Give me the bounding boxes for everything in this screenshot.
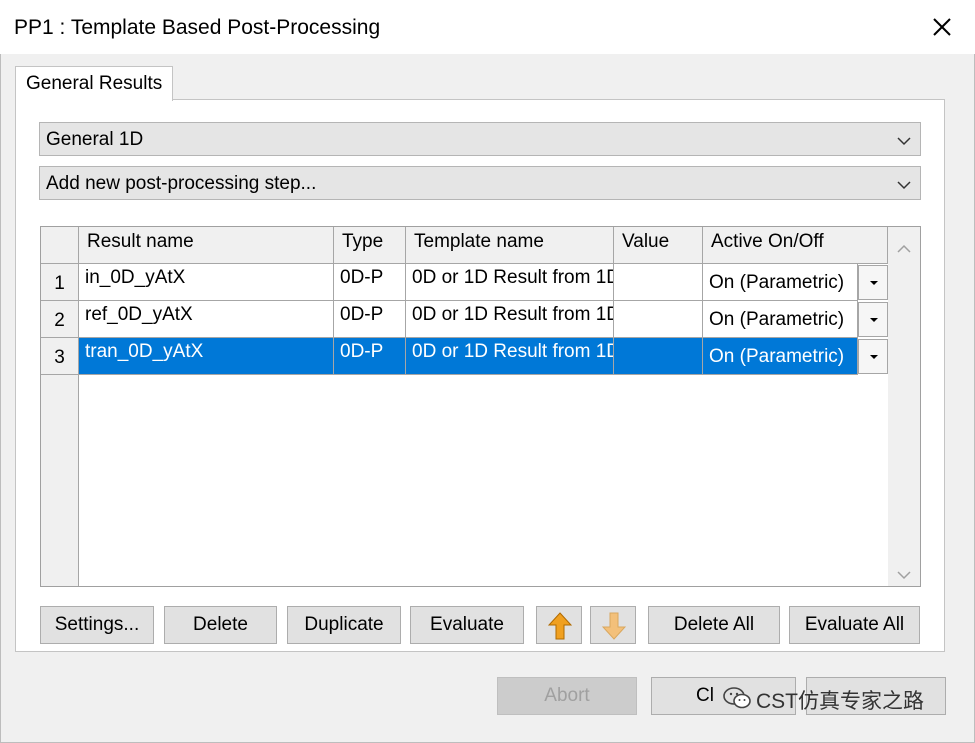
cell-template-name[interactable]: 0D or 1D Result from 1D [406,301,614,338]
table-corner [41,227,79,264]
wechat-icon [722,686,752,710]
column-header-result-name[interactable]: Result name [79,227,334,264]
active-dropdown-button[interactable] [858,302,888,337]
arrow-up-icon [548,612,572,640]
dropdown-triangle-icon [870,355,878,359]
add-step-value: Add new post-processing step... [46,173,317,194]
move-down-button[interactable] [590,606,636,644]
watermark-text: CST仿真专家之路 [756,690,924,713]
abort-button[interactable]: Abort [497,677,637,715]
row-number[interactable]: 1 [41,264,79,301]
cell-value[interactable] [614,301,703,338]
column-header-value[interactable]: Value [614,227,703,264]
chevron-up-icon[interactable] [896,239,912,253]
dropdown-triangle-icon [870,281,878,285]
result-category-dropdown[interactable]: General 1D [39,122,921,156]
column-header-template-name[interactable]: Template name [406,227,614,264]
duplicate-button[interactable]: Duplicate [287,606,401,644]
settings-button[interactable]: Settings... [40,606,154,644]
row-number[interactable]: 3 [41,338,79,375]
cell-value[interactable] [614,338,703,375]
chevron-down-icon [896,176,912,190]
column-header-type[interactable]: Type [334,227,406,264]
cell-active[interactable]: On (Parametric) [703,338,858,375]
cell-result-name[interactable]: tran_0D_yAtX [79,338,334,375]
cell-active[interactable]: On (Parametric) [703,301,858,338]
cell-type[interactable]: 0D-P [334,338,406,375]
cell-template-name[interactable]: 0D or 1D Result from 1D [406,264,614,301]
evaluate-button[interactable]: Evaluate [410,606,524,644]
result-category-value: General 1D [46,129,144,150]
cell-value[interactable] [614,264,703,301]
cell-result-name[interactable]: in_0D_yAtX [79,264,334,301]
add-step-dropdown[interactable]: Add new post-processing step... [39,166,921,200]
row-number[interactable]: 2 [41,301,79,338]
active-dropdown-button[interactable] [858,265,888,300]
title-bar: PP1 : Template Based Post-Processing [0,0,975,54]
window-title: PP1 : Template Based Post-Processing [14,16,381,39]
dropdown-triangle-icon [870,318,878,322]
vertical-scrollbar[interactable] [888,227,920,586]
cell-template-name[interactable]: 0D or 1D Result from 1D [406,338,614,375]
delete-all-button[interactable]: Delete All [648,606,780,644]
tab-general-results[interactable]: General Results [15,66,173,101]
move-up-button[interactable] [536,606,582,644]
chevron-down-icon[interactable] [896,565,912,580]
evaluate-all-button[interactable]: Evaluate All [789,606,920,644]
cell-type[interactable]: 0D-P [334,301,406,338]
chevron-down-icon [896,132,912,146]
cell-result-name[interactable]: ref_0D_yAtX [79,301,334,338]
delete-button[interactable]: Delete [164,606,277,644]
cell-active[interactable]: On (Parametric) [703,264,858,301]
results-table: Result name Type Template name Value Act… [40,226,921,587]
cell-type[interactable]: 0D-P [334,264,406,301]
close-icon[interactable] [928,13,956,41]
arrow-down-icon [602,612,626,640]
row-header-empty [41,375,79,586]
column-header-active[interactable]: Active On/Off [703,227,888,264]
active-dropdown-button[interactable] [858,339,888,374]
